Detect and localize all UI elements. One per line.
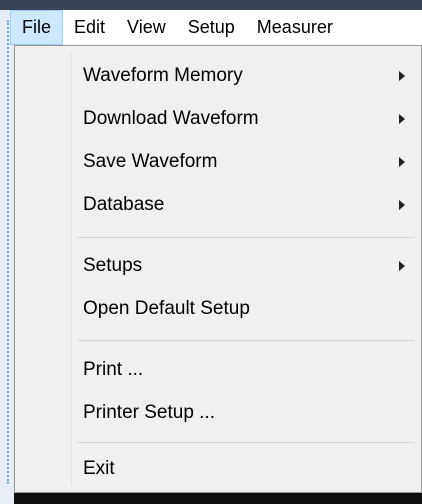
menu-item-label: Download Waveform (83, 108, 259, 129)
menu-item-open-default-setup[interactable]: Open Default Setup (83, 291, 415, 327)
file-dropdown-menu: Waveform Memory Download Waveform Save W… (14, 45, 422, 493)
menu-item-save-waveform[interactable]: Save Waveform (83, 144, 415, 180)
window-top-dark-strip (0, 0, 422, 10)
menu-edit[interactable]: Edit (63, 10, 116, 45)
menu-item-label: Waveform Memory (83, 65, 243, 86)
menu-file[interactable]: File (10, 10, 64, 45)
menu-item-label: Print ... (83, 359, 144, 380)
menu-item-database[interactable]: Database (83, 187, 415, 223)
submenu-arrow-icon (399, 71, 405, 81)
menu-measure[interactable]: Measurer (246, 10, 344, 45)
menu-item-waveform-memory[interactable]: Waveform Memory (83, 58, 415, 94)
menu-item-print[interactable]: Print ... (83, 352, 415, 388)
submenu-arrow-icon (399, 114, 405, 124)
selection-dashed-border (7, 20, 9, 484)
menu-item-download-waveform[interactable]: Download Waveform (83, 101, 415, 137)
menu-item-label: Database (83, 194, 165, 215)
menu-item-label: Exit (83, 458, 115, 479)
menu-item-setups[interactable]: Setups (83, 248, 415, 284)
menu-item-label: Printer Setup ... (83, 402, 216, 423)
menu-icon-gutter (15, 46, 69, 492)
menu-bar: File Edit View Setup Measurer (10, 10, 422, 46)
menu-separator (77, 442, 415, 443)
submenu-arrow-icon (399, 261, 405, 271)
menu-separator (77, 237, 415, 238)
menu-item-label: Open Default Setup (83, 298, 250, 319)
menu-item-label: Setups (83, 255, 143, 276)
submenu-arrow-icon (399, 157, 405, 167)
gutter-divider (71, 52, 72, 486)
menu-item-printer-setup[interactable]: Printer Setup ... (83, 395, 415, 431)
menu-separator (77, 340, 415, 341)
window-bottom-dark-strip (14, 493, 422, 504)
menu-item-exit[interactable]: Exit (83, 451, 415, 487)
menu-setup[interactable]: Setup (177, 10, 246, 45)
window-background (0, 0, 15, 504)
menu-view[interactable]: View (116, 10, 177, 45)
menu-item-label: Save Waveform (83, 151, 218, 172)
submenu-arrow-icon (399, 200, 405, 210)
